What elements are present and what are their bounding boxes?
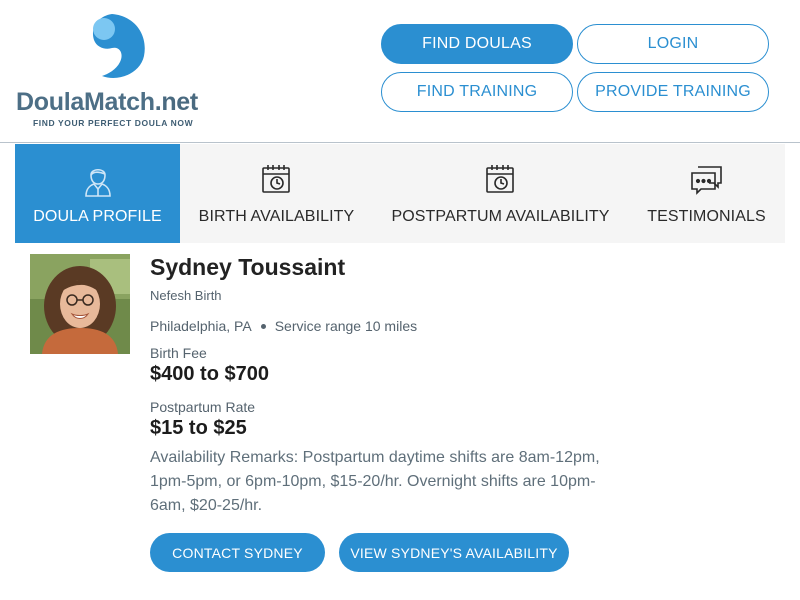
tab-label: BIRTH AVAILABILITY [198,208,355,225]
tab-label: DOULA PROFILE [33,208,162,225]
find-doulas-button[interactable]: FIND DOULAS [381,24,573,64]
postpartum-rate-value: $15 to $25 [150,417,247,439]
login-button[interactable]: LOGIN [577,24,769,64]
tab-label: TESTIMONIALS [647,208,766,225]
birth-fee-label: Birth Fee [150,345,207,361]
site-header: DoulaMatch.net FIND YOUR PERFECT DOULA N… [0,0,800,143]
tab-birth-availability[interactable]: BIRTH AVAILABILITY [180,144,373,243]
yin-yang-drop-icon [92,14,145,78]
doula-photo [30,254,130,354]
postpartum-rate-label: Postpartum Rate [150,399,256,415]
availability-remarks: Availability Remarks: Postpartum daytime… [150,449,600,514]
separator-dot [260,323,266,329]
doula-name: Sydney Toussaint [150,254,346,280]
tab-postpartum-availability[interactable]: POSTPARTUM AVAILABILITY [373,144,628,243]
logo-name: DoulaMatch [16,88,155,116]
logo-tld: .net [154,88,199,116]
calendar-clock-icon [483,162,519,198]
contact-button[interactable]: CONTACT SYDNEY [150,533,325,572]
doula-location: Philadelphia, PA [150,318,252,334]
tab-testimonials[interactable]: TESTIMONIALS [628,144,785,243]
tab-doula-profile[interactable]: DOULA PROFILE [15,144,180,243]
doula-organization: Nefesh Birth [150,288,222,303]
person-icon [80,162,116,198]
view-availability-button[interactable]: VIEW SYDNEY'S AVAILABILITY [339,533,569,572]
birth-fee-value: $400 to $700 [150,363,269,385]
logo-tagline: FIND YOUR PERFECT DOULA NOW [33,118,194,128]
doula-location-row: Philadelphia, PA Service range 10 miles [150,318,417,334]
tab-label: POSTPARTUM AVAILABILITY [391,208,610,225]
chat-bubbles-icon [689,162,725,198]
service-range: Service range 10 miles [274,318,418,334]
site-logo[interactable]: DoulaMatch.net FIND YOUR PERFECT DOULA N… [16,12,226,132]
calendar-clock-icon [259,162,295,198]
provide-training-button[interactable]: PROVIDE TRAINING [577,72,769,112]
profile-tabs: DOULA PROFILE BIRTH AVAILABILITY POSTPAR… [15,144,785,243]
logo-wordmark: DoulaMatch.net [16,88,198,117]
find-training-button[interactable]: FIND TRAINING [381,72,573,112]
